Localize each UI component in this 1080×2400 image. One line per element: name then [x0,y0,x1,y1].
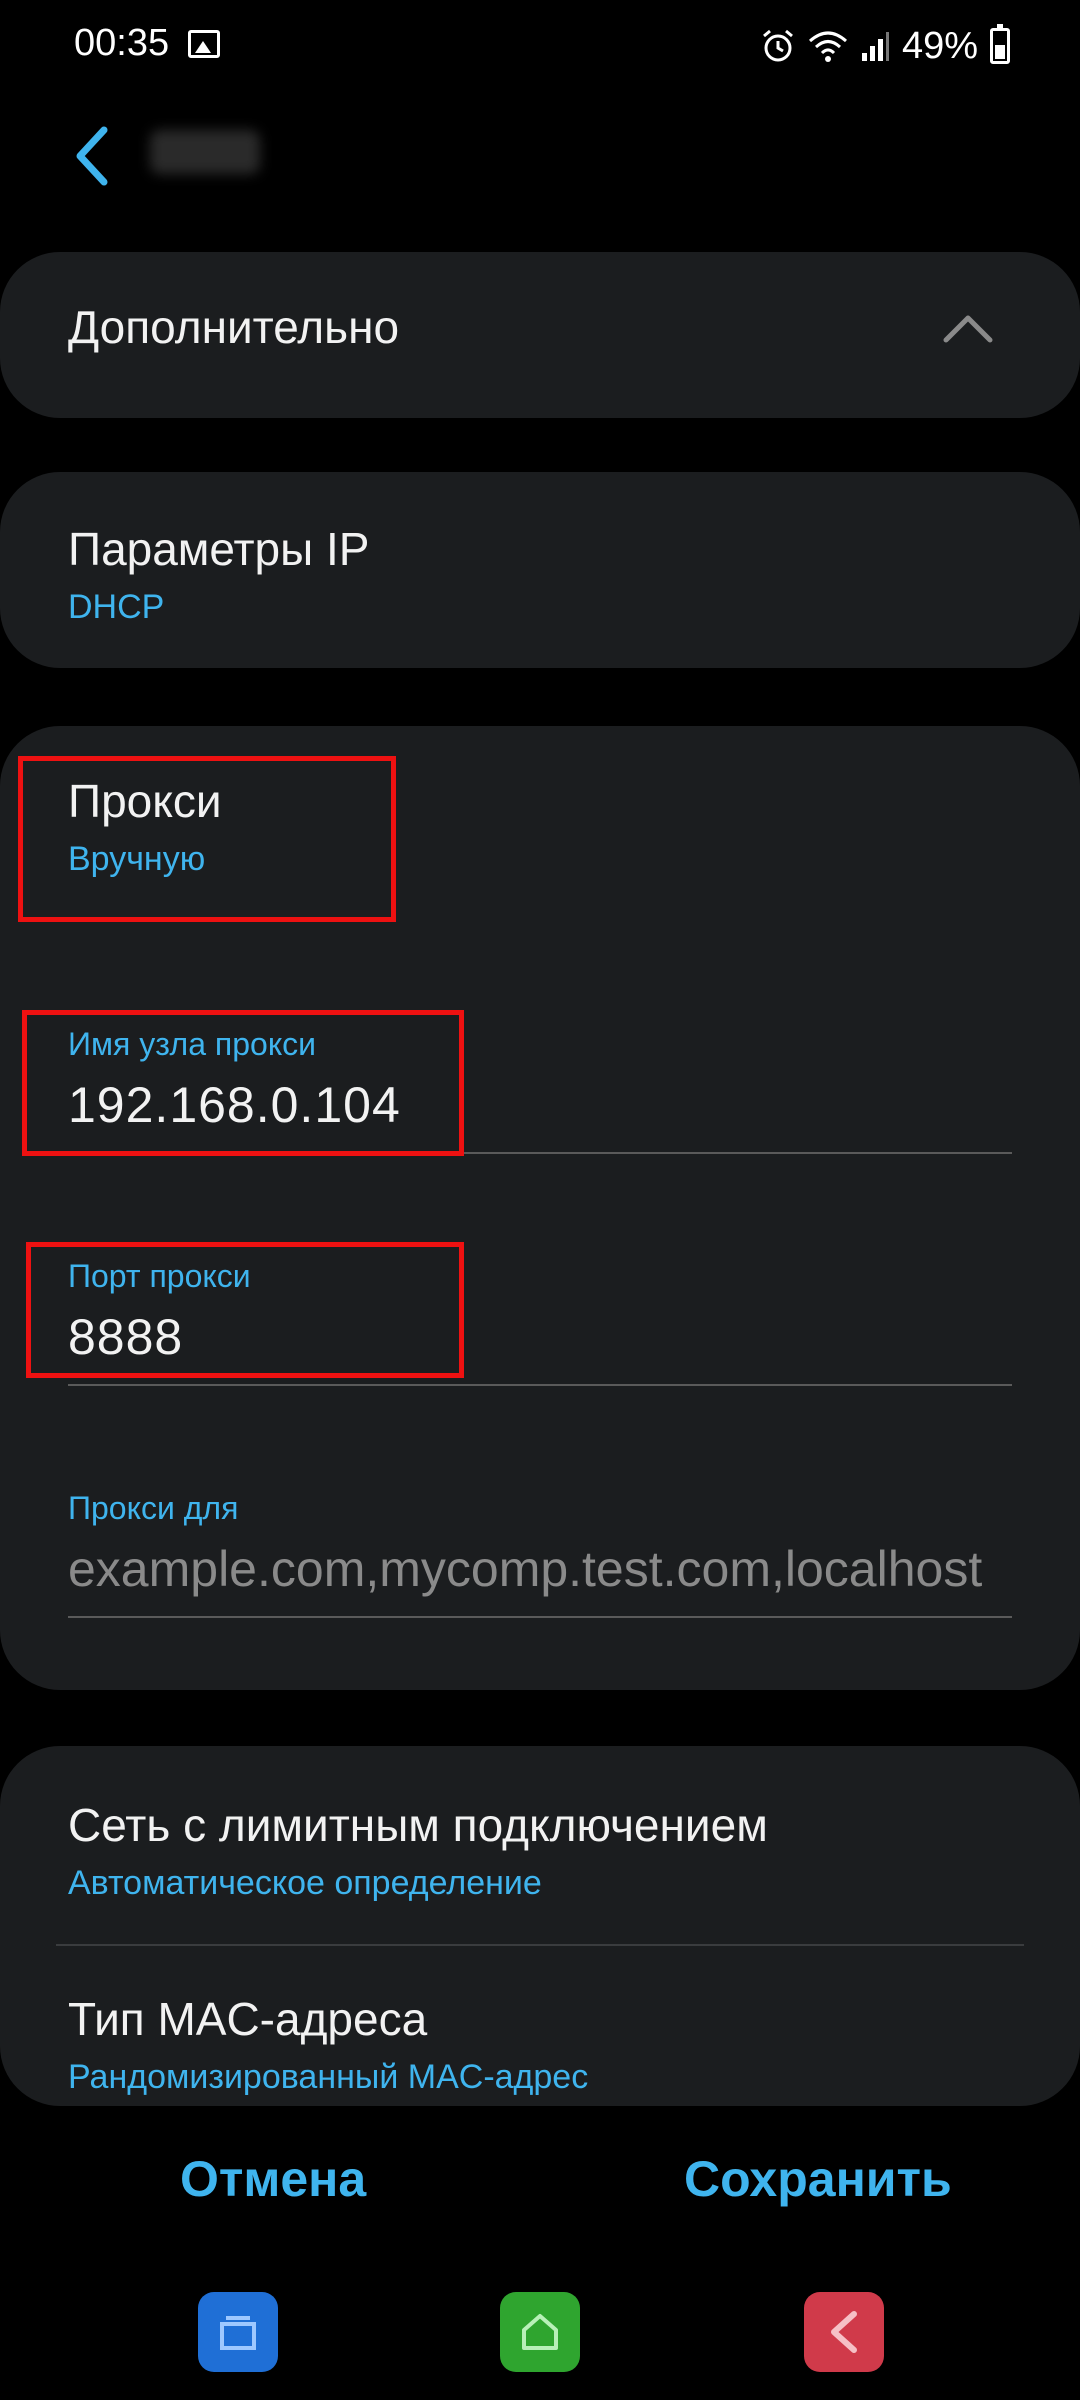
proxy-port-underline [68,1384,1012,1386]
mac-type-title: Тип MAC-адреса [68,1993,428,2045]
proxy-hostname-label: Имя узла прокси [68,1026,317,1062]
alarm-icon [762,29,793,62]
save-button[interactable]: Сохранить [684,2150,952,2208]
metered-network-title: Сеть с лимитным подключением [68,1799,768,1851]
status-time: 00:35 [74,22,170,64]
wifi-icon [808,31,847,62]
chevron-up-icon[interactable] [942,314,994,344]
status-bar: 00:35 49% [0,0,1080,100]
back-button[interactable] [62,116,122,196]
image-icon [188,30,220,58]
proxy-port-label: Порт прокси [68,1258,251,1294]
cancel-button[interactable]: Отмена [180,2150,366,2208]
mac-type-value: Рандомизированный MAC-адрес [68,2058,589,2096]
battery-icon [990,24,1010,64]
proxy-mode-row[interactable]: Прокси Вручную [0,726,1080,916]
network-options-section: Сеть с лимитным подключением Автоматичес… [0,1746,1080,2106]
proxy-mode-value: Вручную [68,840,206,878]
signal-icon [861,32,889,61]
battery-percent: 49% [901,24,978,67]
nav-back-button[interactable] [804,2292,884,2372]
proxy-section: Прокси Вручную Имя узла прокси 192.168.0… [0,726,1080,1690]
proxy-title: Прокси [68,775,222,827]
proxy-bypass-underline [68,1616,1012,1618]
proxy-hostname-underline [68,1152,1012,1154]
nav-home-button[interactable] [500,2292,580,2372]
ip-settings-value: DHCP [68,588,165,626]
ip-settings-title: Параметры IP [68,523,370,575]
mac-type-row[interactable]: Тип MAC-адреса Рандомизированный MAC-адр… [0,1946,1080,2106]
chevron-left-icon [76,126,108,186]
home-icon [522,2314,558,2350]
ip-settings-row[interactable]: Параметры IP DHCP [0,472,1080,668]
nav-recent-apps-button[interactable] [198,2292,278,2372]
recent-apps-icon [220,2316,256,2350]
advanced-title: Дополнительно [68,301,400,353]
metered-network-row[interactable]: Сеть с лимитным подключением Автоматичес… [0,1746,1080,1946]
proxy-bypass-label: Прокси для [68,1490,239,1526]
back-arrow-icon [831,2311,857,2353]
advanced-section[interactable]: Дополнительно [0,252,1080,418]
proxy-port-input[interactable]: 8888 [68,1308,183,1366]
proxy-bypass-input[interactable]: example.com,mycomp.test.com,localhost [68,1540,1012,1598]
proxy-hostname-input[interactable]: 192.168.0.104 [68,1076,401,1134]
network-name-redacted [150,130,260,174]
metered-network-value: Автоматическое определение [68,1864,542,1902]
status-icons: 49% [760,22,1010,70]
